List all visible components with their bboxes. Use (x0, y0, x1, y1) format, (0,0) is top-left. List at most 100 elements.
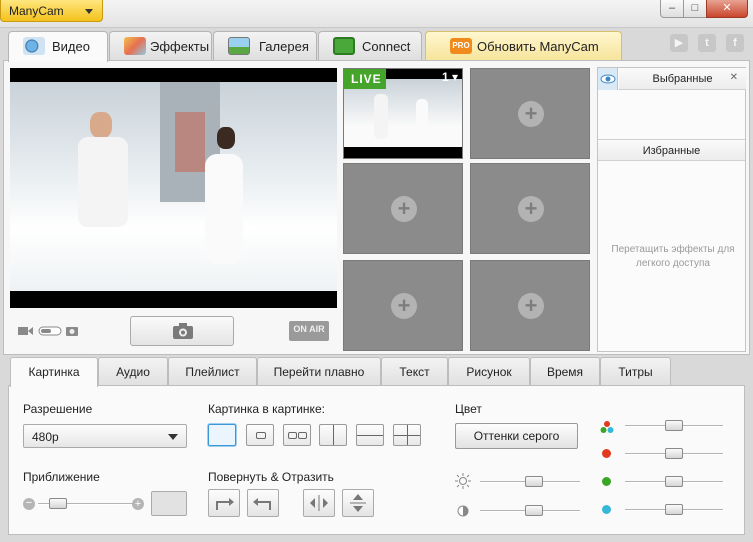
close-button[interactable]: ✕ (706, 0, 748, 18)
dancer-figure (90, 112, 112, 138)
source-slot[interactable]: + (343, 163, 463, 254)
blue-channel-icon (602, 505, 611, 514)
snapshot-button[interactable] (130, 316, 234, 346)
pip-double-button[interactable] (283, 424, 311, 446)
contrast-icon (457, 505, 469, 517)
effects-icon (124, 37, 146, 55)
tab-label: Галерея (259, 39, 309, 54)
add-source-icon[interactable]: + (518, 101, 544, 127)
picture-settings-panel (8, 385, 745, 535)
rotate-left-button[interactable] (247, 489, 279, 517)
selected-effects-header: Выбранные ✕ (619, 68, 746, 90)
zoom-label: Приближение (23, 470, 100, 484)
flip-horizontal-button[interactable] (303, 489, 335, 517)
tab-label: Эффекты (150, 39, 210, 54)
green-channel-icon (602, 477, 611, 486)
add-source-icon[interactable]: + (391, 293, 417, 319)
tab-playlist[interactable]: Плейлист (168, 357, 257, 386)
tab-upgrade[interactable]: PRO Обновить ManyCam (425, 31, 622, 61)
red-channel-icon (602, 449, 611, 458)
app-menu-button[interactable]: ManyCam (0, 0, 103, 22)
zoom-slider-thumb[interactable] (48, 498, 67, 509)
dancer-figure (374, 94, 388, 139)
flip-vertical-button[interactable] (342, 489, 374, 517)
title-bar (0, 0, 753, 28)
contrast-slider-thumb[interactable] (525, 505, 544, 516)
tab-effects[interactable]: Эффекты (109, 31, 212, 61)
chevron-down-icon (168, 434, 178, 440)
favorites-header: Избранные (598, 139, 745, 161)
resolution-select[interactable]: 480p (23, 424, 187, 448)
tab-connect[interactable]: Connect (318, 31, 422, 61)
zoom-in-icon[interactable]: + (132, 498, 144, 510)
on-air-indicator: ON AIR (289, 321, 329, 341)
favorites-panel: Выбранные ✕ Избранные Перетащить эффекты… (597, 67, 746, 352)
pip-vertical-split-button[interactable] (319, 424, 347, 446)
color-label: Цвет (455, 402, 482, 416)
video-sources-icon (23, 37, 45, 55)
tab-transitions[interactable]: Перейти плавно (257, 357, 381, 386)
live-source-number[interactable]: 1 ▾ (442, 70, 458, 84)
tab-text[interactable]: Текст (381, 357, 448, 386)
brightness-slider-thumb[interactable] (525, 476, 544, 487)
dancer-figure (416, 99, 428, 144)
flip-vertical-icon (350, 494, 366, 512)
rotate-label: Повернуть & Отразить (208, 470, 334, 484)
grayscale-button[interactable]: Оттенки серого (455, 423, 578, 449)
pip-label: Картинка в картинке: (208, 402, 325, 416)
source-slot[interactable]: + (470, 260, 590, 351)
twitter-icon[interactable]: t (698, 34, 716, 52)
tab-gallery[interactable]: Галерея (213, 31, 317, 61)
source-slot[interactable]: + (470, 163, 590, 254)
rotate-right-icon (216, 498, 234, 510)
app-menu-label: ManyCam (9, 4, 64, 18)
pip-horizontal-split-button[interactable] (356, 424, 384, 446)
pip-single-button[interactable] (246, 424, 274, 446)
eye-icon[interactable] (598, 68, 618, 90)
tab-video[interactable]: Видео (8, 31, 108, 62)
rotate-left-icon (253, 498, 271, 510)
rotate-right-button[interactable] (208, 489, 240, 517)
source-slot[interactable]: + (343, 260, 463, 351)
tab-drawing[interactable]: Рисунок (448, 357, 530, 386)
add-source-icon[interactable]: + (518, 293, 544, 319)
pro-icon: PRO (450, 38, 472, 54)
blue-slider-thumb[interactable] (665, 504, 683, 515)
tab-label: Видео (52, 39, 90, 54)
camera-toggle-icon[interactable] (18, 324, 78, 338)
main-preview[interactable] (10, 68, 337, 308)
maximize-button[interactable]: □ (683, 0, 707, 18)
add-source-icon[interactable]: + (518, 196, 544, 222)
tab-audio[interactable]: Аудио (98, 357, 168, 386)
zoom-out-icon[interactable]: − (23, 498, 35, 510)
youtube-icon[interactable]: ▶ (670, 34, 688, 52)
minimize-button[interactable]: – (660, 0, 684, 18)
background-letter (175, 112, 205, 172)
green-slider-thumb[interactable] (665, 476, 683, 487)
chevron-down-icon (85, 9, 93, 14)
saturation-slider-thumb[interactable] (665, 420, 683, 431)
red-slider-thumb[interactable] (665, 448, 683, 459)
tab-label: Connect (362, 39, 411, 54)
saturation-icon (600, 421, 614, 433)
close-icon[interactable]: ✕ (730, 72, 738, 83)
source-number: 1 (441, 70, 449, 84)
tab-picture[interactable]: Картинка (10, 357, 98, 387)
dancer-figure (205, 154, 243, 264)
zoom-navigator-button[interactable] (151, 491, 187, 516)
tab-label: Обновить ManyCam (477, 39, 599, 54)
tab-time[interactable]: Время (530, 357, 600, 386)
brightness-icon (455, 473, 471, 489)
facebook-icon[interactable]: f (726, 34, 744, 52)
tab-captions[interactable]: Титры (600, 357, 671, 386)
add-source-icon[interactable]: + (391, 196, 417, 222)
pip-quad-split-button[interactable] (393, 424, 421, 446)
source-slot[interactable]: + (470, 68, 590, 159)
selected-effects-title: Выбранные (652, 73, 713, 85)
favorites-hint: Перетащить эффекты для легкого доступа (611, 244, 735, 269)
source-slot-live[interactable]: LIVE 1 ▾ (343, 68, 463, 159)
pip-none-button[interactable] (208, 424, 236, 446)
resolution-value: 480p (32, 430, 59, 444)
dancer-figure (217, 127, 235, 149)
camera-icon (173, 323, 193, 339)
